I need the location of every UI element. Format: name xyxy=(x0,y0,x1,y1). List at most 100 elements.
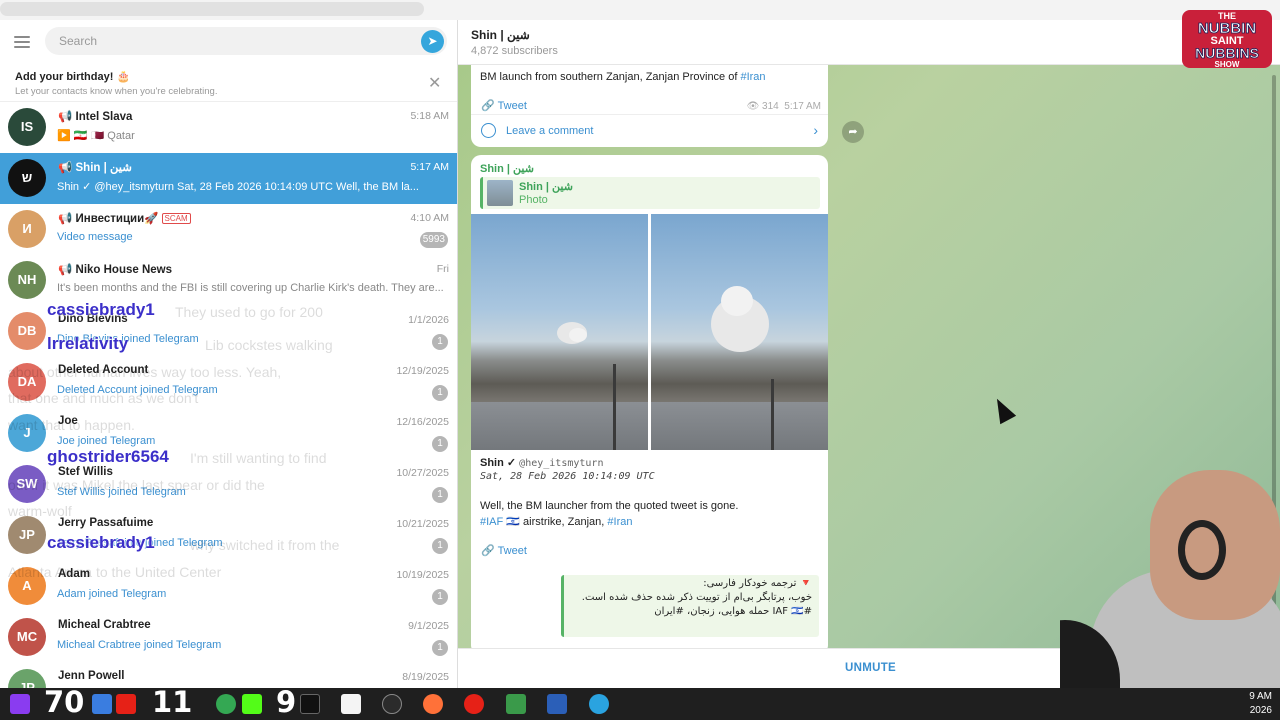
sidebar-header: Search ➤ xyxy=(0,20,457,64)
stream-counter: 70 xyxy=(44,685,85,719)
chat-preview: Joe joined Telegram xyxy=(57,435,156,447)
show-logo: THE NUBBIN SAINT NUBBINS SHOW xyxy=(1182,10,1272,69)
stream-chat-username: cassiebrady1 xyxy=(47,533,155,552)
word-icon[interactable] xyxy=(547,694,567,714)
stream-counter: 11 xyxy=(152,685,193,719)
file-icon[interactable] xyxy=(341,694,361,714)
chat-time: 5:18 AM xyxy=(410,110,449,122)
forward-icon[interactable]: ➦ xyxy=(842,121,864,143)
translation-line: 🔻 ترجمه خودکار فارسی: xyxy=(703,578,812,589)
stream-chat-text: out if it was Mikel the last spear or di… xyxy=(8,477,265,493)
channel-title: Shin | شين xyxy=(471,28,530,42)
chat-time: 4:10 AM xyxy=(410,212,449,224)
photo-2[interactable] xyxy=(651,214,828,450)
chat-preview: ▶️ 🇮🇷 🇶🇦 Qatar xyxy=(57,130,135,142)
scam-badge: SCAM xyxy=(161,213,191,224)
message-text: Well, the BM launcher from the quoted tw… xyxy=(480,500,739,512)
media-player-icon[interactable] xyxy=(464,694,484,714)
chat-list-item[interactable]: ש 📢 Shin | شين 5:17 AM Shin ✓ @hey_itsmytur… xyxy=(0,153,457,204)
chat-list-item[interactable]: И 📢 Инвестиции🚀 SCAM 4:10 AM Video message 59… xyxy=(0,204,457,255)
tweet-link[interactable]: 🔗 Tweet xyxy=(481,544,527,557)
hashtag-link[interactable]: #Iran xyxy=(740,71,765,83)
chat-time: 10/21/2025 xyxy=(396,518,449,530)
birthday-banner[interactable]: Add your birthday! 🎂 Let your contacts k… xyxy=(0,64,457,102)
chat-list-item[interactable]: NH 📢 Niko House News Fri It's been months a… xyxy=(0,255,457,306)
birthday-title: Add your birthday! 🎂 xyxy=(15,71,131,83)
channel-header[interactable]: Shin | شين 4,872 subscribers xyxy=(458,20,1280,65)
window-top-strip xyxy=(0,0,1280,20)
unread-badge: 1 xyxy=(432,538,448,554)
stream-chat-text: why switched it from the xyxy=(190,537,340,553)
avatar: JP xyxy=(8,669,46,688)
chat-time: 9/1/2025 xyxy=(408,620,449,632)
chat-time: 5:17 AM xyxy=(410,161,449,173)
unread-badge: 1 xyxy=(432,385,448,401)
chat-preview: Shin ✓ @hey_itsmyturn Sat, 28 Feb 2026 1… xyxy=(57,181,419,193)
message-text: BM launch from southern Zanjan, Zanjan P… xyxy=(480,71,766,83)
leave-comment-button[interactable]: Leave a comment › xyxy=(471,114,828,147)
chat-list-item[interactable]: MC Micheal Crabtree 9/1/2025 Micheal Crabtr… xyxy=(0,612,457,663)
stream-chat-username: lrrelativity xyxy=(47,334,129,353)
copilot-icon[interactable] xyxy=(92,694,112,714)
stream-chat-username: ghostrider6564 xyxy=(47,447,169,466)
kick-icon[interactable] xyxy=(242,694,262,714)
telegram-icon[interactable]: ➤ xyxy=(421,30,444,53)
chat-list-item[interactable]: IS 📢 Intel Slava 5:18 AM ▶️ 🇮🇷 🇶🇦 Qatar xyxy=(0,102,457,153)
quoted-message[interactable]: Shin | شين Photo xyxy=(480,177,820,209)
top-tab-pill[interactable] xyxy=(0,2,424,16)
twitch-icon[interactable] xyxy=(10,694,30,714)
unread-badge: 1 xyxy=(432,487,448,503)
chat-name: Jerry Passafuime xyxy=(58,517,154,529)
subscriber-count: 4,872 subscribers xyxy=(471,45,558,57)
stream-chat-text: Atlanta Arena to the United Center xyxy=(8,564,222,580)
avatar: MC xyxy=(8,618,46,656)
comment-icon xyxy=(481,123,496,138)
avatar: IS xyxy=(8,108,46,146)
unread-badge: 5993 xyxy=(419,232,448,248)
chat-name: Micheal Crabtree xyxy=(58,619,151,631)
stream-chat-text: Lib cockstes walking xyxy=(205,337,333,353)
chat-preview: Micheal Crabtree joined Telegram xyxy=(57,639,222,651)
search-input[interactable]: Search xyxy=(45,27,447,55)
quote-sender: Shin | شين xyxy=(519,181,573,193)
chat-preview: Adam joined Telegram xyxy=(57,588,167,600)
photo-1[interactable] xyxy=(471,214,648,450)
unread-badge: 1 xyxy=(432,589,448,605)
tweet-link[interactable]: 🔗 Tweet xyxy=(481,99,527,112)
stream-chat-text: They used to go for 200 xyxy=(175,304,323,320)
hashtag-link[interactable]: #Iran xyxy=(607,516,632,528)
taskbar: 70 11 9 9 AM 2026 xyxy=(0,685,1280,720)
chrome-icon[interactable] xyxy=(216,694,236,714)
youtube-icon[interactable] xyxy=(116,694,136,714)
firefox-icon[interactable] xyxy=(423,694,443,714)
translation-line: #IAF 🇮🇱 حمله هوایی، زنجان، #ایران xyxy=(654,606,812,617)
quoted-author: Shin ✓ @hey_itsmyturn xyxy=(480,457,604,469)
persian-translation: 🔻 ترجمه خودکار فارسی: خوب، پرتابگر بی‌ام… xyxy=(561,575,819,637)
chat-name: 📢 Niko House News xyxy=(58,264,173,276)
stream-counter: 9 xyxy=(276,685,297,719)
chat-preview: Video message xyxy=(57,231,133,243)
message-sender[interactable]: Shin | شين xyxy=(480,162,534,175)
message-bubble[interactable]: BM launch from southern Zanjan, Zanjan P… xyxy=(471,65,828,147)
app-icon[interactable] xyxy=(506,694,526,714)
birthday-subtitle: Let your contacts know when you're celeb… xyxy=(15,86,218,97)
svg-text:NUBBINS: NUBBINS xyxy=(1195,45,1259,61)
menu-icon[interactable] xyxy=(14,36,30,48)
unmute-button[interactable]: UNMUTE xyxy=(845,662,896,674)
stream-chat-username: cassiebrady1 xyxy=(47,300,155,319)
hashtag-link[interactable]: #IAF 🇮🇱 xyxy=(480,516,520,528)
chat-name: 📢 Инвестиции🚀 SCAM xyxy=(58,211,191,225)
chat-time: 10/27/2025 xyxy=(396,467,449,479)
webcam-overlay xyxy=(1060,470,1280,720)
avatar: JP xyxy=(8,516,46,554)
chat-list-panel: Search ➤ Add your birthday! 🎂 Let your c… xyxy=(0,20,458,688)
message-text: #IAF 🇮🇱 airstrike, Zanjan, #Iran xyxy=(480,516,633,528)
clock: 9 AM 2026 xyxy=(1249,691,1272,716)
telegram-taskbar-icon[interactable] xyxy=(589,694,609,714)
message-bubble[interactable]: Shin | شين Shin | شين Photo Shin ✓ @hey_… xyxy=(471,155,828,648)
settings-icon[interactable] xyxy=(382,694,402,714)
close-icon[interactable]: ✕ xyxy=(428,73,441,93)
avatar: DB xyxy=(8,312,46,350)
unread-badge: 1 xyxy=(432,436,448,452)
terminal-icon[interactable] xyxy=(300,694,320,714)
